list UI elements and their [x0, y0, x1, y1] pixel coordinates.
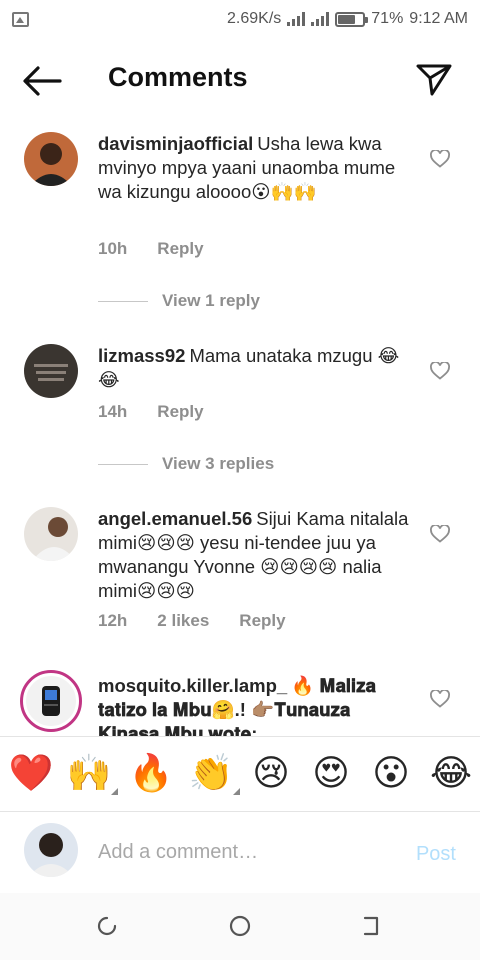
- comment-text: mosquito.killer.lamp_ 🔥 𝐌𝐚𝐥𝐢𝐳𝐚 𝐭𝐚𝐭𝐢𝐳𝐨 𝐥𝐚 …: [98, 674, 416, 736]
- comment-meta: 14h Reply: [98, 402, 204, 422]
- heart-outline-icon: [430, 689, 450, 708]
- skin-tone-indicator: [111, 788, 118, 795]
- reply-button[interactable]: Reply: [239, 611, 285, 631]
- comment-time: 14h: [98, 402, 128, 421]
- comment-time: 12h: [98, 611, 128, 630]
- reaction-fire-button[interactable]: 🔥: [128, 751, 174, 797]
- comment-time: 10h: [98, 239, 128, 258]
- view-replies-label: View 1 reply: [162, 291, 260, 310]
- view-replies-button[interactable]: View 1 reply: [98, 291, 260, 311]
- add-comment-bar: Post: [0, 813, 480, 893]
- heart-outline-icon: [430, 149, 450, 168]
- back-nav-button[interactable]: [360, 913, 386, 939]
- battery-percent: 71%: [371, 10, 404, 27]
- like-comment-button[interactable]: [430, 524, 450, 543]
- raised-hands-emoji: 🙌: [66, 753, 112, 794]
- reaction-crying-button[interactable]: 😢: [248, 751, 294, 797]
- reaction-bar: ❤️ 🙌 🔥 👏 😢 😍 😮 😂: [0, 736, 480, 812]
- skin-tone-indicator: [233, 788, 240, 795]
- comment-text: lizmass92 Mama unataka mzugu 😂😂: [98, 344, 416, 392]
- signal-icon: [287, 12, 306, 26]
- comment-likes[interactable]: 2 likes: [157, 611, 209, 631]
- reaction-heart-eyes-button[interactable]: 😍: [308, 751, 354, 797]
- avatar[interactable]: [24, 507, 78, 561]
- reply-button[interactable]: Reply: [157, 239, 203, 259]
- network-speed: 2.69K/s: [227, 10, 282, 27]
- page-title: Comments: [108, 62, 248, 92]
- status-right: 2.69K/s 71% 9:12 AM: [227, 10, 468, 28]
- comment-username[interactable]: davisminjaofficial: [98, 133, 253, 154]
- system-nav-bar: [0, 893, 480, 960]
- home-button[interactable]: [227, 913, 253, 939]
- avatar[interactable]: [24, 132, 78, 186]
- view-replies-button[interactable]: View 3 replies: [98, 454, 274, 474]
- comment-text: angel.emanuel.56 Sijui Kama nitalala mimi…: [98, 507, 416, 603]
- home-circle-icon: [229, 915, 251, 937]
- heart-outline-icon: [430, 524, 450, 543]
- view-replies-label: View 3 replies: [162, 454, 275, 473]
- reaction-heart-button[interactable]: ❤️: [8, 751, 54, 797]
- comment-text: davisminjaofficial Usha lewa kwa mvinyo m…: [98, 132, 416, 204]
- clock: 9:12 AM: [409, 10, 468, 27]
- status-left: [12, 11, 29, 27]
- comment-meta: 12h 2 likes Reply: [98, 611, 286, 631]
- reaction-laughing-button[interactable]: 😂: [428, 751, 474, 797]
- comment-username[interactable]: mosquito.killer.lamp_: [98, 675, 287, 696]
- heart-outline-icon: [430, 361, 450, 380]
- battery-icon: [335, 11, 369, 27]
- comment-input[interactable]: [98, 835, 398, 869]
- divider: [98, 463, 148, 465]
- back-button[interactable]: [20, 64, 64, 98]
- post-button[interactable]: Post: [416, 843, 456, 866]
- divider: [98, 300, 148, 302]
- my-avatar: [24, 823, 78, 877]
- battery-fill: [338, 14, 356, 24]
- recent-apps-button[interactable]: [94, 913, 120, 939]
- comment-meta: 10h Reply: [98, 239, 204, 259]
- recent-apps-icon: [97, 916, 117, 936]
- like-comment-button[interactable]: [430, 361, 450, 380]
- signal-icon-2: [311, 12, 330, 26]
- reaction-raised-hands-button[interactable]: 🙌: [66, 751, 118, 797]
- reaction-surprised-button[interactable]: 😮: [368, 751, 414, 797]
- paper-plane-icon: [416, 64, 452, 96]
- reaction-clapping-button[interactable]: 👏: [188, 751, 240, 797]
- clapping-emoji: 👏: [188, 753, 234, 794]
- gallery-icon: [12, 11, 29, 27]
- comment-username[interactable]: lizmass92: [98, 345, 185, 366]
- back-nav-icon: [363, 916, 379, 936]
- avatar[interactable]: [24, 344, 78, 398]
- reply-button[interactable]: Reply: [157, 402, 203, 422]
- like-comment-button[interactable]: [430, 689, 450, 708]
- comment-username[interactable]: angel.emanuel.56: [98, 508, 252, 529]
- comments-list[interactable]: davisminjaofficial Usha lewa kwa mvinyo m…: [0, 120, 480, 736]
- status-bar: 2.69K/s 71% 9:12 AM: [0, 0, 480, 38]
- arrow-left-icon: [23, 66, 62, 96]
- avatar[interactable]: [20, 670, 82, 732]
- header: Comments: [0, 48, 480, 112]
- like-comment-button[interactable]: [430, 149, 450, 168]
- share-button[interactable]: [414, 60, 454, 100]
